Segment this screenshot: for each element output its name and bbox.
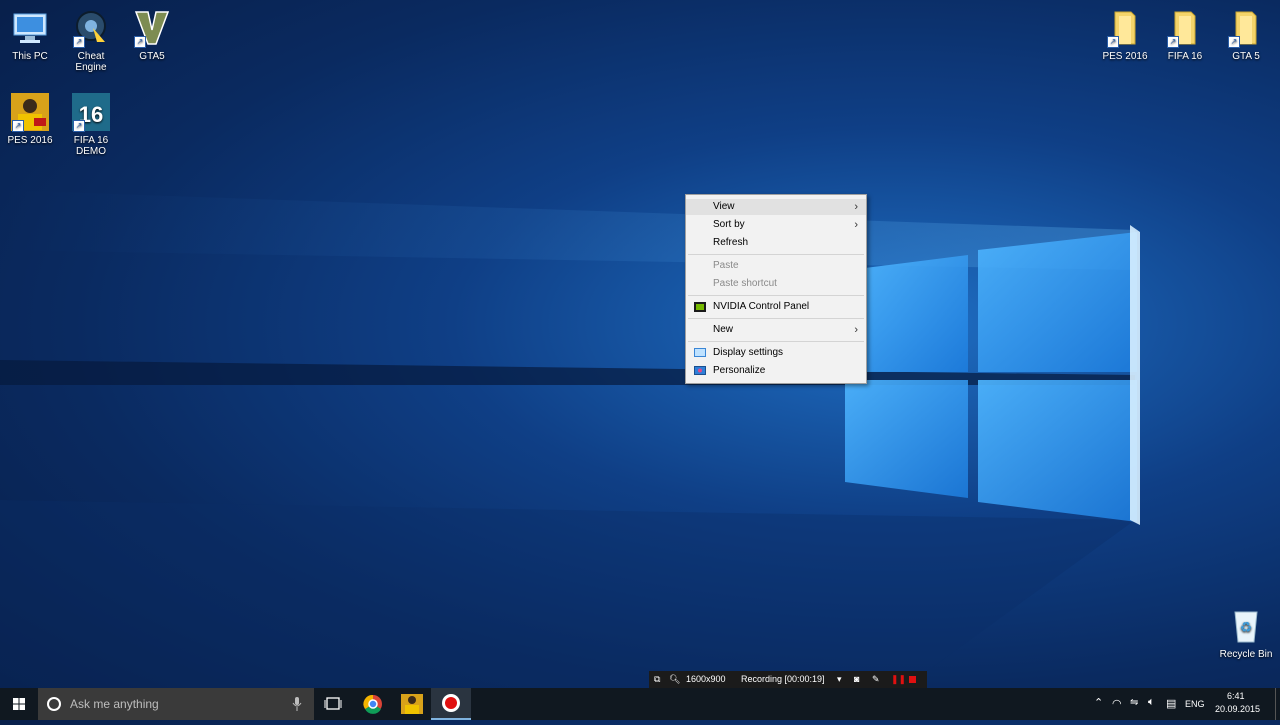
volume-icon[interactable]: 🔈︎ <box>1148 696 1155 709</box>
desktop-icon-label: PES 2016 <box>7 135 53 146</box>
menu-item-paste-shortcut[interactable]: Paste shortcut <box>686 276 866 292</box>
shortcut-arrow-icon: ↗ <box>1107 36 1119 48</box>
cortana-icon <box>47 697 61 711</box>
gta-v-icon: ↗ <box>132 8 172 48</box>
microphone-icon[interactable] <box>292 697 302 711</box>
desktop-folder-fifa-16[interactable]: ↗ FIFA 16 <box>1155 8 1215 62</box>
cortana-search-box[interactable]: Ask me anything <box>38 688 314 720</box>
shortcut-arrow-icon: ↗ <box>1167 36 1179 48</box>
wifi-icon[interactable]: ◠ <box>1112 697 1122 710</box>
chrome-icon <box>363 694 382 714</box>
menu-separator <box>688 341 864 342</box>
task-view-icon <box>324 697 342 710</box>
menu-item-nvidia-control-panel[interactable]: NVIDIA Control Panel <box>686 299 866 315</box>
personalize-icon <box>694 366 706 376</box>
pause-icon[interactable]: ❚❚ <box>891 671 906 688</box>
desktop-icon-label: GTA 5 <box>1232 51 1260 62</box>
record-icon <box>442 694 460 712</box>
folder-icon: ↗ <box>1165 8 1205 48</box>
recording-status: Recording [00:00:19] <box>741 674 825 684</box>
menu-item-display-settings[interactable]: Display settings <box>686 345 866 361</box>
recording-resolution: 1600x900 <box>686 674 726 684</box>
desktop-icon-label: FIFA 16 DEMO <box>73 135 109 157</box>
menu-item-paste[interactable]: Paste <box>686 258 866 274</box>
desktop-icon-label: This PC <box>12 51 48 62</box>
shortcut-arrow-icon: ↗ <box>134 36 146 48</box>
clock-time[interactable]: 6:41 <box>1227 691 1245 701</box>
menu-separator <box>688 295 864 296</box>
taskbar-chrome[interactable] <box>354 688 394 720</box>
window-select-icon[interactable]: ⧉ <box>654 671 660 688</box>
pes-icon: ↗ <box>10 92 50 132</box>
desktop-icon-fifa-16-demo[interactable]: 16 ↗ FIFA 16 DEMO <box>61 92 121 157</box>
desktop-icon-gta5[interactable]: ↗ GTA5 <box>122 8 182 62</box>
desktop-icon-recycle-bin[interactable]: ♻ Recycle Bin <box>1216 606 1276 660</box>
menu-item-refresh[interactable]: Refresh <box>686 235 866 251</box>
computer-icon <box>10 8 50 48</box>
windows-start-icon <box>13 698 25 710</box>
desktop-folder-pes-2016[interactable]: ↗ PES 2016 <box>1095 8 1155 62</box>
chevron-right-icon: › <box>854 219 858 231</box>
recycle-bin-icon: ♻ <box>1226 606 1266 646</box>
taskbar-pes-2016[interactable] <box>392 688 432 720</box>
system-tray: ⌃ ◠ ⇋ 🔈︎ ▤ ENG 6:41 20.09.2015 <box>1090 688 1280 720</box>
desktop-icon-pes-2016[interactable]: ↗ PES 2016 <box>0 92 60 146</box>
task-view-button[interactable] <box>314 688 354 720</box>
shortcut-arrow-icon: ↗ <box>1228 36 1240 48</box>
stop-icon[interactable] <box>909 676 916 683</box>
pencil-icon[interactable]: ✎ <box>872 671 880 688</box>
desktop-context-menu: View › Sort by › Refresh Paste Paste sho… <box>685 194 867 384</box>
desktop-icon-label: Cheat Engine <box>75 51 107 73</box>
menu-item-view[interactable]: View › <box>686 199 866 215</box>
folder-icon: ↗ <box>1226 8 1266 48</box>
zoom-icon[interactable]: 🔍︎ <box>669 671 680 688</box>
notifications-icon[interactable]: ▤ <box>1166 697 1176 710</box>
shortcut-arrow-icon: ↗ <box>12 120 24 132</box>
desktop-icon-label: PES 2016 <box>1102 51 1148 62</box>
desktop-folder-gta-5[interactable]: ↗ GTA 5 <box>1216 8 1276 62</box>
display-settings-icon <box>694 348 706 358</box>
recording-toolbar: ⧉ 🔍︎ 1600x900 Recording [00:00:19] ▾ ◙ ✎… <box>649 671 927 688</box>
folder-icon: ↗ <box>1105 8 1145 48</box>
menu-item-personalize[interactable]: Personalize <box>686 363 866 379</box>
show-desktop-button[interactable] <box>1275 688 1280 720</box>
network-icon[interactable]: ⇋ <box>1130 697 1138 708</box>
desktop-icon-cheat-engine[interactable]: ↗ Cheat Engine <box>61 8 121 73</box>
start-button[interactable] <box>0 688 38 720</box>
dropdown-arrow-icon[interactable]: ▾ <box>837 671 842 688</box>
menu-separator <box>688 254 864 255</box>
shortcut-arrow-icon: ↗ <box>73 36 85 48</box>
menu-item-new[interactable]: New › <box>686 322 866 338</box>
menu-separator <box>688 318 864 319</box>
desktop-icon-this-pc[interactable]: This PC <box>0 8 60 62</box>
fifa16-icon: 16 ↗ <box>71 92 111 132</box>
desktop-icon-label: GTA5 <box>139 51 165 62</box>
chevron-up-icon[interactable]: ⌃ <box>1094 696 1103 709</box>
desktop-icon-label: Recycle Bin <box>1219 649 1273 660</box>
pes-icon <box>401 694 423 714</box>
taskbar: Ask me anything ⌃ ◠ ⇋ 🔈︎ ▤ ENG 6:41 20.0… <box>0 688 1280 720</box>
taskbar-recorder[interactable] <box>431 688 471 720</box>
shortcut-arrow-icon: ↗ <box>73 120 85 132</box>
clock-date[interactable]: 20.09.2015 <box>1215 704 1260 714</box>
menu-item-sort-by[interactable]: Sort by › <box>686 217 866 233</box>
chevron-right-icon: › <box>854 201 858 213</box>
windows-logo-wallpaper <box>0 190 1140 720</box>
search-placeholder: Ask me anything <box>70 697 159 711</box>
nvidia-icon <box>694 302 706 312</box>
language-indicator[interactable]: ENG <box>1185 699 1205 709</box>
cheat-engine-icon: ↗ <box>71 8 111 48</box>
camera-icon[interactable]: ◙ <box>854 671 859 688</box>
svg-text:♻: ♻ <box>1240 620 1253 636</box>
desktop-icon-label: FIFA 16 <box>1167 51 1203 62</box>
chevron-right-icon: › <box>854 324 858 336</box>
